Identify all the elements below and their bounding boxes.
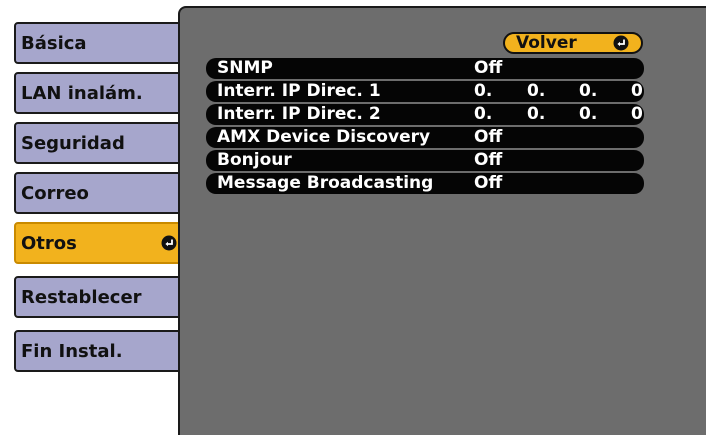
sidebar-item-label: Seguridad: [21, 132, 125, 154]
setting-label: Interr. IP Direc. 2: [217, 104, 381, 124]
sidebar-item-label: Correo: [21, 182, 89, 204]
ip-octet-4: 0: [631, 104, 643, 124]
back-button[interactable]: Volver: [503, 32, 643, 54]
sidebar-item-seguridad[interactable]: Seguridad: [14, 122, 186, 164]
setting-row-ip-filter-2[interactable]: Interr. IP Direc. 2 0. 0. 0. 0: [206, 104, 644, 125]
setting-row-ip-filter-1[interactable]: Interr. IP Direc. 1 0. 0. 0. 0: [206, 81, 644, 102]
sidebar-item-label: LAN inalám.: [21, 82, 143, 104]
setting-label: AMX Device Discovery: [217, 127, 431, 147]
setting-value: Off: [474, 150, 503, 170]
setting-row-amx-device-discovery[interactable]: AMX Device Discovery Off: [206, 127, 644, 148]
setting-label: SNMP: [217, 58, 273, 78]
setting-row-message-broadcasting[interactable]: Message Broadcasting Off: [206, 173, 644, 194]
setting-row-snmp[interactable]: SNMP Off: [206, 58, 644, 79]
ip-octet-3: 0.: [579, 81, 598, 101]
back-button-label: Volver: [516, 33, 577, 53]
sidebar-item-fin-instal[interactable]: Fin Instal.: [14, 330, 186, 372]
setting-value: Off: [474, 173, 503, 193]
enter-icon: [613, 35, 629, 51]
ip-octet-3: 0.: [579, 104, 598, 124]
sidebar-item-label: Restablecer: [21, 286, 142, 308]
ip-octet-4: 0: [631, 81, 643, 101]
setting-value: Off: [474, 58, 503, 78]
sidebar-item-label: Básica: [21, 32, 87, 54]
enter-icon: [161, 235, 177, 251]
ip-octet-2: 0.: [527, 81, 546, 101]
sidebar-item-restablecer[interactable]: Restablecer: [14, 276, 186, 318]
sidebar-menu: Básica LAN inalám. Seguridad Correo Otro…: [0, 0, 200, 435]
ip-octet-1: 0.: [474, 104, 493, 124]
sidebar-item-label: Fin Instal.: [21, 340, 123, 362]
setting-row-bonjour[interactable]: Bonjour Off: [206, 150, 644, 171]
settings-panel: Volver SNMP Off Interr. IP Direc. 1 0. 0…: [178, 6, 706, 435]
sidebar-item-label: Otros: [21, 232, 77, 254]
setting-value: Off: [474, 127, 503, 147]
ip-octet-2: 0.: [527, 104, 546, 124]
ip-octet-1: 0.: [474, 81, 493, 101]
sidebar-item-basica[interactable]: Básica: [14, 22, 186, 64]
sidebar-item-otros[interactable]: Otros: [14, 222, 186, 264]
sidebar-item-lan-inalam[interactable]: LAN inalám.: [14, 72, 186, 114]
setting-label: Interr. IP Direc. 1: [217, 81, 381, 101]
sidebar-item-correo[interactable]: Correo: [14, 172, 186, 214]
setting-label: Bonjour: [217, 150, 292, 170]
setting-label: Message Broadcasting: [217, 173, 434, 193]
